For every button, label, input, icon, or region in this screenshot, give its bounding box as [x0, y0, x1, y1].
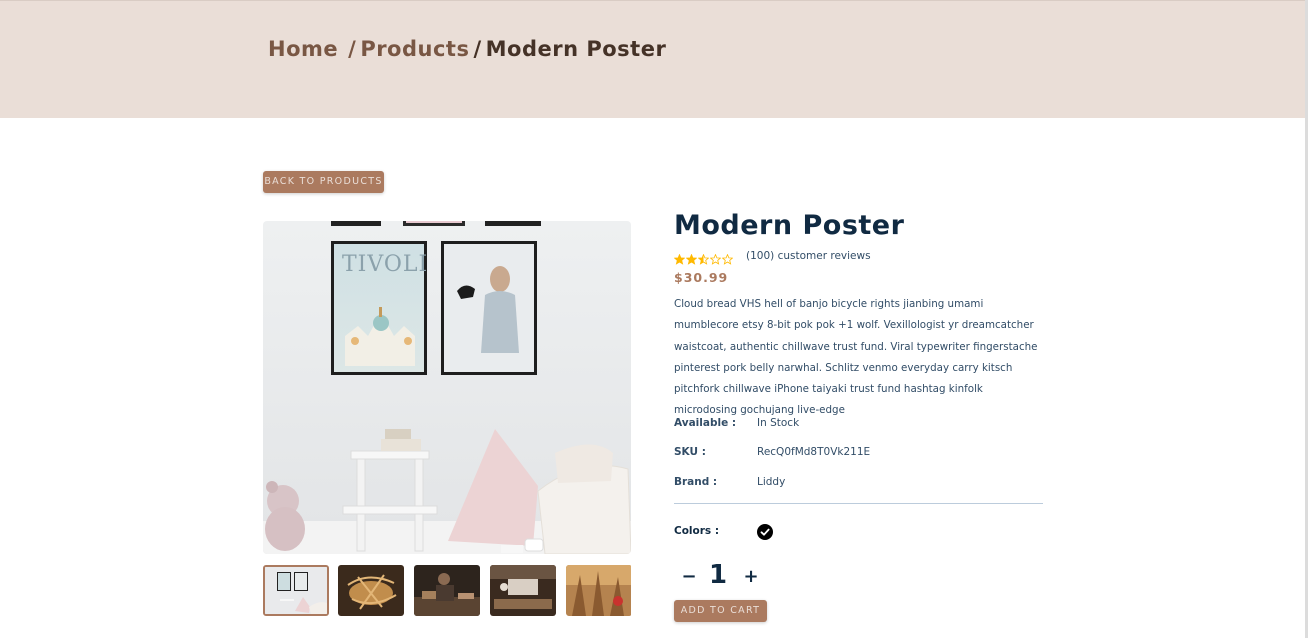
availability-row: Available : In Stock: [674, 417, 799, 429]
check-icon: [760, 528, 770, 536]
breadcrumb-home-link[interactable]: Home: [268, 37, 338, 61]
thumbnail-gallery: [263, 565, 631, 616]
decrease-quantity-button[interactable]: −: [674, 562, 704, 592]
thumbnail-image[interactable]: [566, 565, 631, 616]
sku-row: SKU : RecQ0fMd8T0Vk211E: [674, 446, 870, 458]
breadcrumb-current: Modern Poster: [485, 37, 667, 61]
availability-value: In Stock: [757, 417, 800, 429]
colors-label: Colors :: [674, 525, 720, 537]
brand-value: Liddy: [757, 476, 786, 488]
add-to-cart-button[interactable]: ADD TO CART: [674, 600, 767, 622]
thumbnail-image[interactable]: [414, 565, 480, 616]
star-full-icon: [686, 254, 697, 265]
quantity-value: 1: [709, 560, 728, 590]
thumbnail-image[interactable]: [263, 565, 329, 616]
sku-value: RecQ0fMd8T0Vk211E: [757, 446, 871, 458]
star-full-icon: [674, 254, 685, 265]
brand-row: Brand : Liddy: [674, 476, 785, 488]
breadcrumb-separator: /: [348, 37, 357, 61]
divider: [674, 503, 1043, 504]
rating-stars: [674, 250, 734, 265]
back-to-products-button[interactable]: BACK TO PRODUCTS: [263, 171, 384, 193]
breadcrumb-separator: /: [473, 37, 482, 61]
availability-label: Available :: [674, 417, 737, 429]
breadcrumb-products-link[interactable]: Products: [360, 37, 469, 61]
brand-label: Brand :: [674, 476, 718, 488]
sku-label: SKU :: [674, 446, 706, 458]
thumbnail-image[interactable]: [338, 565, 404, 616]
main-product-image: TIVOLI: [263, 221, 631, 554]
colors-row: Colors :: [674, 524, 773, 540]
review-count: (100) customer reviews: [746, 250, 871, 262]
thumbnail-image[interactable]: [490, 565, 556, 616]
svg-text:TIVOLI: TIVOLI: [342, 252, 428, 277]
star-half-icon: [698, 254, 709, 265]
product-title: Modern Poster: [674, 210, 905, 241]
page-hero: Home / Products / Modern Poster: [0, 0, 1305, 118]
star-empty-icon: [722, 254, 733, 265]
product-price: $30.99: [674, 270, 729, 285]
increase-quantity-button[interactable]: +: [736, 562, 766, 592]
breadcrumb: Home / Products / Modern Poster: [268, 37, 666, 61]
color-swatch-black[interactable]: [757, 524, 773, 540]
product-description: Cloud bread VHS hell of banjo bicycle ri…: [674, 298, 1038, 417]
star-empty-icon: [710, 254, 721, 265]
